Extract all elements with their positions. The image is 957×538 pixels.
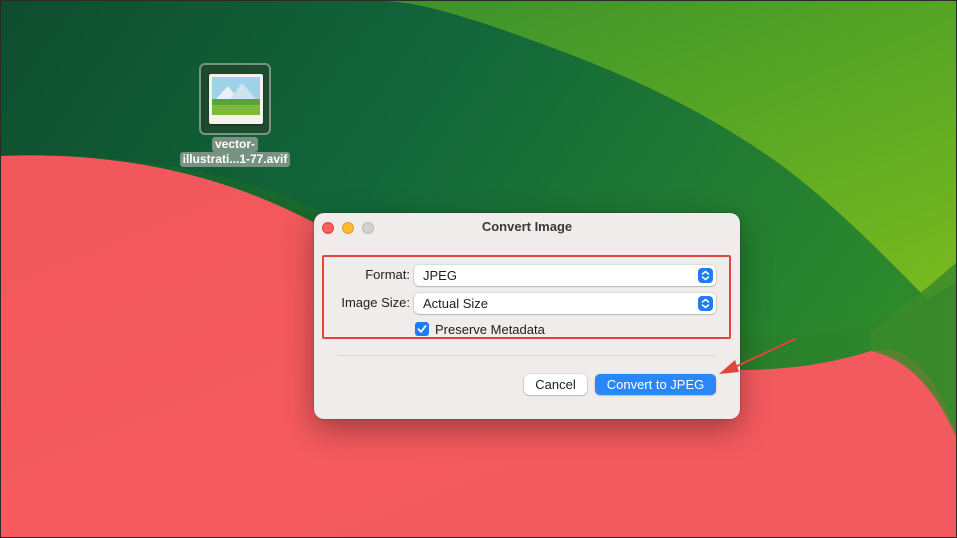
- up-down-chevron-icon: [698, 296, 713, 311]
- file-name-line-1: vector-: [211, 137, 258, 152]
- convert-to-jpeg-button[interactable]: Convert to JPEG: [595, 374, 716, 395]
- format-label: Format:: [365, 267, 410, 282]
- image-size-value: Actual Size: [423, 296, 489, 311]
- desktop: vector- illustrati...1-77.avif Convert I…: [0, 0, 957, 538]
- checkmark-icon: [417, 325, 427, 333]
- landscape-thumbnail-image: [212, 77, 260, 115]
- up-down-chevron-icon: [698, 268, 713, 283]
- image-size-label: Image Size:: [341, 295, 410, 310]
- preserve-metadata-label[interactable]: Preserve Metadata: [435, 322, 545, 337]
- format-popup[interactable]: JPEG: [414, 265, 716, 286]
- file-icon[interactable]: [199, 63, 271, 135]
- annotation-arrow-icon: [719, 338, 796, 374]
- format-value: JPEG: [423, 268, 457, 283]
- convert-image-dialog: Convert Image Format: JPEG Image Size: A…: [314, 213, 740, 419]
- cancel-button[interactable]: Cancel: [524, 374, 587, 395]
- file-name-line-2: illustrati...1-77.avif: [179, 152, 291, 167]
- file-name-label[interactable]: vector- illustrati...1-77.avif: [173, 137, 297, 167]
- divider: [338, 355, 716, 356]
- preserve-metadata-checkbox[interactable]: [415, 322, 429, 336]
- file-thumbnail: [209, 74, 263, 124]
- image-size-popup[interactable]: Actual Size: [414, 293, 716, 314]
- dialog-title: Convert Image: [481, 219, 573, 234]
